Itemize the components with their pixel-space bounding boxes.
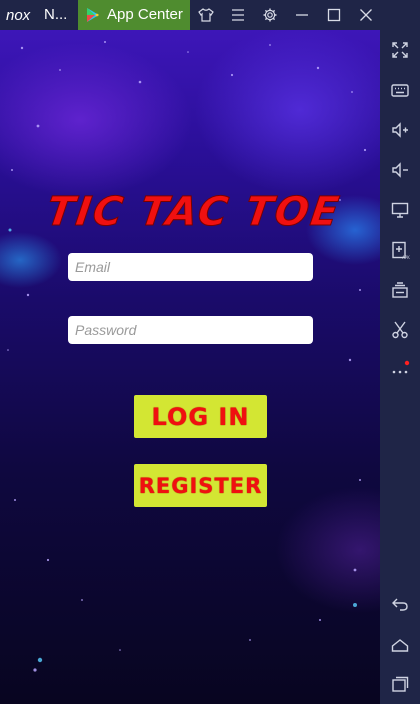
volume-down-icon xyxy=(392,162,408,178)
close-button[interactable] xyxy=(350,0,382,30)
menu-icon xyxy=(232,9,244,21)
svg-text:TIC TAC TOE: TIC TAC TOE xyxy=(44,189,344,235)
maximize-button[interactable] xyxy=(318,0,350,30)
recent-apps-button[interactable] xyxy=(380,664,420,704)
settings-button[interactable] xyxy=(254,0,286,30)
minimize-icon xyxy=(296,14,308,16)
more-icon xyxy=(392,360,410,374)
scissors-icon xyxy=(392,321,408,339)
password-input[interactable] xyxy=(68,316,313,344)
volume-down-button[interactable] xyxy=(380,150,420,190)
svg-text:APK: APK xyxy=(402,255,410,260)
play-store-icon xyxy=(87,8,99,22)
game-screen: TIC TAC TOE LOG IN REGISTER xyxy=(0,30,380,704)
keyboard-button[interactable] xyxy=(380,70,420,110)
screen-icon xyxy=(391,202,409,218)
volume-up-button[interactable] xyxy=(380,110,420,150)
emulator-sidebar: APK xyxy=(380,30,420,704)
keyboard-icon xyxy=(391,84,409,97)
email-input[interactable] xyxy=(68,253,313,281)
starfield-background xyxy=(7,41,367,672)
game-title: TIC TAC TOE xyxy=(43,189,344,236)
back-icon xyxy=(392,598,408,611)
apk-install-icon: APK xyxy=(392,241,410,260)
register-button[interactable]: REGISTER xyxy=(134,464,267,507)
recent-apps-icon xyxy=(392,676,409,692)
gear-icon xyxy=(263,8,277,22)
window-titlebar: nox N... App Center xyxy=(0,0,420,30)
menu-button[interactable] xyxy=(222,0,254,30)
app-center-tab[interactable]: App Center xyxy=(78,0,190,30)
fullscreen-button[interactable] xyxy=(380,30,420,70)
home-icon xyxy=(391,639,409,652)
fullscreen-icon xyxy=(392,42,408,58)
window-title: N... xyxy=(44,6,68,23)
scissors-button[interactable] xyxy=(380,310,420,350)
multi-instance-icon xyxy=(392,282,408,298)
screen-button[interactable] xyxy=(380,190,420,230)
close-icon xyxy=(360,9,372,21)
app-center-label: App Center xyxy=(107,6,183,23)
apk-install-button[interactable]: APK xyxy=(380,230,420,270)
back-button[interactable] xyxy=(380,584,420,624)
login-button[interactable]: LOG IN xyxy=(134,395,267,438)
home-button[interactable] xyxy=(380,626,420,666)
maximize-icon xyxy=(327,8,341,22)
theme-button[interactable] xyxy=(190,0,222,30)
nox-logo-icon[interactable]: nox xyxy=(6,6,40,24)
volume-up-icon xyxy=(392,122,408,138)
multi-instance-button[interactable] xyxy=(380,270,420,310)
shirt-icon xyxy=(198,8,214,22)
more-button[interactable] xyxy=(380,350,420,390)
minimize-button[interactable] xyxy=(286,0,318,30)
svg-text:nox: nox xyxy=(6,7,31,24)
